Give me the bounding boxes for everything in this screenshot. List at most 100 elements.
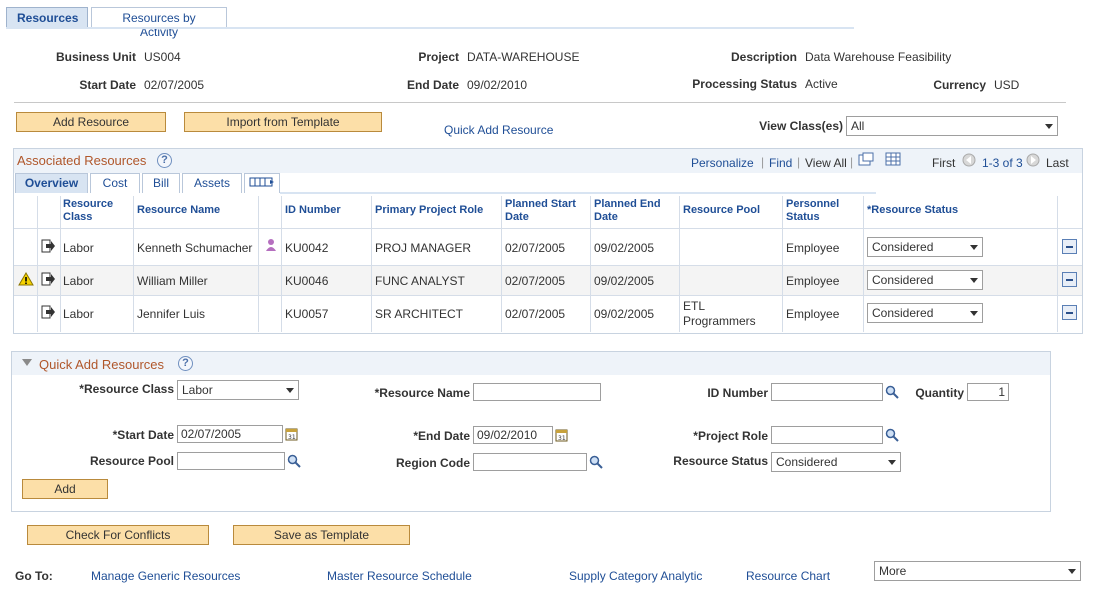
separator: | <box>761 155 765 169</box>
check-for-conflicts-button[interactable]: Check For Conflicts <box>27 525 209 545</box>
qa-quantity-input[interactable]: 1 <box>967 383 1009 401</box>
import-from-template-button[interactable]: Import from Template <box>184 112 382 132</box>
id-number-cell: KU0046 <box>285 274 329 288</box>
chevron-down-icon <box>970 311 978 316</box>
master-resource-schedule-link[interactable]: Master Resource Schedule <box>327 569 472 583</box>
col-personnel-status: Personnel Status <box>784 196 864 228</box>
resource-name-link[interactable]: William Miller <box>137 274 208 288</box>
end-date-value: 09/02/2010 <box>467 78 528 92</box>
calendar-icon[interactable]: 31 <box>555 428 568 442</box>
resource-name-link[interactable]: Jennifer Luis <box>137 307 205 321</box>
search-icon[interactable] <box>589 455 603 469</box>
tab-cost[interactable]: Cost <box>90 173 140 193</box>
grid-line <box>258 196 259 332</box>
resource-status-value: Considered <box>872 273 934 287</box>
qa-project-role-input[interactable] <box>771 426 883 444</box>
person-icon[interactable] <box>264 238 278 252</box>
more-select[interactable]: More <box>874 561 1081 581</box>
show-all-columns-tab[interactable] <box>244 173 280 193</box>
grid-line <box>782 196 783 332</box>
add-resource-button[interactable]: Add Resource <box>16 112 166 132</box>
col-resource-class: Resource Class <box>61 196 133 228</box>
role-cell: SR ARCHITECT <box>375 307 464 321</box>
delete-row-button[interactable] <box>1062 272 1077 287</box>
resource-detail-icon[interactable] <box>41 305 55 319</box>
qa-start-date-input[interactable]: 02/07/2005 <box>177 425 283 443</box>
tab-resources[interactable]: Resources <box>6 7 88 29</box>
delete-row-button[interactable] <box>1062 239 1077 254</box>
manage-generic-resources-link[interactable]: Manage Generic Resources <box>91 569 240 583</box>
qa-start-date-label: *Start Date <box>112 428 174 442</box>
tab-overview[interactable]: Overview <box>15 173 88 193</box>
qa-project-role-label: *Project Role <box>693 429 768 443</box>
supply-category-analytic-link[interactable]: Supply Category Analytic <box>569 569 702 583</box>
start-date-value: 02/07/2005 <box>144 78 205 92</box>
resource-status-select[interactable]: Considered <box>867 237 983 257</box>
search-icon[interactable] <box>287 454 301 468</box>
search-icon[interactable] <box>885 385 899 399</box>
planned-end-cell: 09/02/2005 <box>594 241 655 255</box>
qa-resource-class-select[interactable]: Labor <box>177 380 299 400</box>
chevron-down-icon <box>888 460 896 465</box>
svg-text:31: 31 <box>558 435 566 442</box>
find-link[interactable]: Find <box>769 156 792 170</box>
qa-resource-name-input[interactable] <box>473 383 601 401</box>
zoom-grid-icon[interactable] <box>858 152 874 166</box>
tab-underline <box>6 27 854 29</box>
calendar-icon[interactable]: 31 <box>285 427 298 441</box>
qa-quantity-label: Quantity <box>915 386 964 400</box>
resource-chart-link[interactable]: Resource Chart <box>746 569 830 583</box>
tab-bill[interactable]: Bill <box>142 173 180 193</box>
grid-line <box>60 196 61 332</box>
resource-detail-icon[interactable] <box>41 272 55 286</box>
resource-status-select[interactable]: Considered <box>867 303 983 323</box>
subtab-underline <box>280 192 876 194</box>
save-as-template-button[interactable]: Save as Template <box>233 525 410 545</box>
resource-class-cell: Labor <box>63 307 94 321</box>
resource-detail-icon[interactable] <box>41 239 55 253</box>
chevron-down-icon <box>970 245 978 250</box>
next-icon[interactable] <box>1026 153 1040 167</box>
quick-add-resource-link[interactable]: Quick Add Resource <box>444 123 553 137</box>
collapse-triangle-icon[interactable] <box>21 358 33 368</box>
resource-name-link[interactable]: Kenneth Schumacher <box>137 241 252 255</box>
resource-class-cell: Labor <box>63 241 94 255</box>
search-icon[interactable] <box>885 428 899 442</box>
warning-icon[interactable] <box>18 272 34 286</box>
qa-add-button[interactable]: Add <box>22 479 108 499</box>
resource-status-value: Considered <box>872 240 934 254</box>
planned-start-cell: 02/07/2005 <box>505 307 566 321</box>
show-all-columns-icon <box>249 177 274 187</box>
qa-resource-class-value: Labor <box>182 383 213 397</box>
currency-value: USD <box>994 78 1020 92</box>
col-primary-project-role: Primary Project Role <box>373 196 501 228</box>
resource-pool-cell-line2: Programmers <box>683 314 756 328</box>
help-icon[interactable]: ? <box>157 153 172 168</box>
chevron-down-icon <box>1045 124 1053 129</box>
resource-status-value: Considered <box>872 306 934 320</box>
view-all-link[interactable]: View All <box>805 156 847 170</box>
qa-resource-pool-input[interactable] <box>177 452 285 470</box>
qa-end-date-label: *End Date <box>413 429 470 443</box>
qa-resource-status-value: Considered <box>776 455 838 469</box>
personalize-link[interactable]: Personalize <box>691 156 754 170</box>
qa-resource-status-label: Resource Status <box>673 454 768 468</box>
col-id-number: ID Number <box>283 196 371 228</box>
qa-end-date-input[interactable]: 09/02/2010 <box>473 426 553 444</box>
tab-resources-by-activity[interactable]: Resources by Activity <box>91 7 227 39</box>
tab-assets[interactable]: Assets <box>182 173 242 193</box>
qa-resource-status-select[interactable]: Considered <box>771 452 901 472</box>
qa-id-number-input[interactable] <box>771 383 883 401</box>
help-icon[interactable]: ? <box>178 356 193 371</box>
resource-status-select[interactable]: Considered <box>867 270 983 290</box>
download-grid-icon[interactable] <box>885 152 901 166</box>
planned-start-cell: 02/07/2005 <box>505 274 566 288</box>
qa-region-code-input[interactable] <box>473 453 587 471</box>
planned-start-cell: 02/07/2005 <box>505 241 566 255</box>
grid-line <box>14 295 1082 296</box>
delete-row-button[interactable] <box>1062 305 1077 320</box>
view-classes-select[interactable]: All <box>846 116 1058 136</box>
previous-icon[interactable] <box>962 153 976 167</box>
associated-resources-title: Associated Resources <box>17 153 147 168</box>
col-resource-name: Resource Name <box>135 196 255 228</box>
